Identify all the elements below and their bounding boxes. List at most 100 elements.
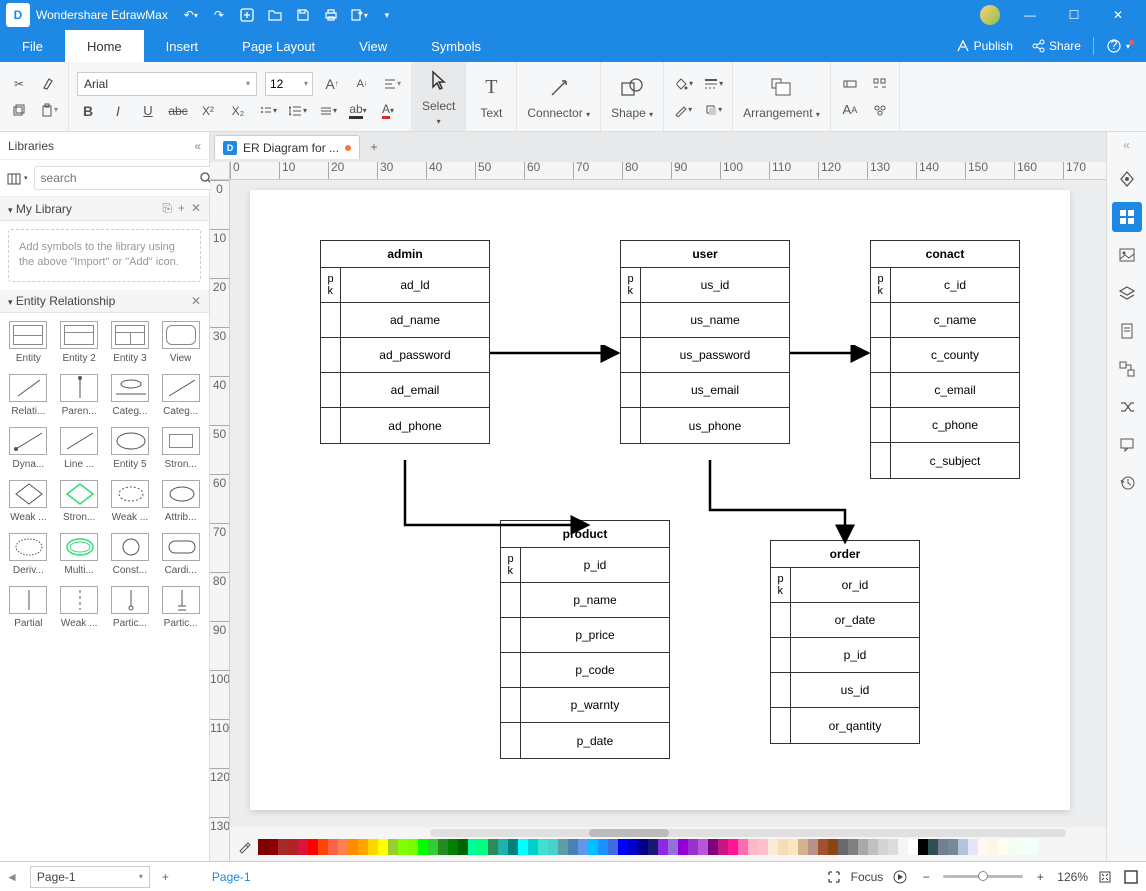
entity-order[interactable]: orderpkor_idor_datep_idus_idor_qantity (770, 540, 920, 744)
close-lib-icon[interactable]: ✕ (191, 201, 201, 216)
new-tab-button[interactable]: + (362, 135, 386, 159)
italic-icon[interactable]: I (107, 100, 129, 122)
drawing-page[interactable]: adminpkad_ldad_namead_passwordad_emailad… (250, 190, 1070, 810)
color-swatch[interactable] (838, 839, 848, 855)
tab-symbols[interactable]: Symbols (409, 30, 503, 62)
shape-partic-[interactable]: Partic... (156, 582, 205, 633)
color-swatch[interactable] (458, 839, 468, 855)
copy-icon[interactable] (8, 99, 30, 121)
color-swatch[interactable] (518, 839, 528, 855)
color-swatch[interactable] (988, 839, 998, 855)
font-style-icon[interactable]: AA (839, 99, 861, 121)
color-swatch[interactable] (568, 839, 578, 855)
shape-stron-[interactable]: Stron... (156, 423, 205, 474)
strikethrough-icon[interactable]: abc (167, 100, 189, 122)
color-swatch[interactable] (948, 839, 958, 855)
line-style-icon[interactable]: ▾ (702, 73, 724, 95)
prev-page-button[interactable]: ◄ (6, 870, 18, 884)
color-swatch[interactable] (868, 839, 878, 855)
entity-admin[interactable]: adminpkad_ldad_namead_passwordad_emailad… (320, 240, 490, 444)
color-swatch[interactable] (938, 839, 948, 855)
fullscreen-icon[interactable] (1122, 868, 1140, 886)
color-swatch[interactable] (328, 839, 338, 855)
color-swatch[interactable] (708, 839, 718, 855)
shape-entity-5[interactable]: Entity 5 (106, 423, 155, 474)
eyedropper-icon[interactable] (234, 837, 254, 857)
cut-icon[interactable]: ✂ (8, 73, 30, 95)
fit-page-icon[interactable] (1096, 868, 1114, 886)
color-swatch[interactable] (468, 839, 478, 855)
grow-font-icon[interactable]: A↑ (321, 73, 343, 95)
color-swatch[interactable] (768, 839, 778, 855)
color-swatch[interactable] (648, 839, 658, 855)
focus-icon[interactable] (825, 868, 843, 886)
color-swatch[interactable] (608, 839, 618, 855)
color-swatch[interactable] (268, 839, 278, 855)
new-button[interactable] (234, 4, 260, 26)
import-icon[interactable]: ⎘ (162, 201, 172, 216)
font-size-select[interactable]: 12▾ (265, 72, 313, 96)
undo-button[interactable]: ↶▾ (178, 4, 204, 26)
save-button[interactable] (290, 4, 316, 26)
color-swatch[interactable] (928, 839, 938, 855)
h-scrollbar[interactable] (430, 829, 1066, 837)
color-swatch[interactable] (738, 839, 748, 855)
shape-relati-[interactable]: Relati... (4, 370, 53, 421)
color-swatch[interactable] (448, 839, 458, 855)
color-swatch[interactable] (798, 839, 808, 855)
color-swatch[interactable] (588, 839, 598, 855)
grid-tool[interactable] (1112, 202, 1142, 232)
page-tool[interactable] (1112, 316, 1142, 346)
underline-icon[interactable]: U (137, 100, 159, 122)
font-select[interactable]: Arial▾ (77, 72, 257, 96)
color-swatch[interactable] (718, 839, 728, 855)
color-swatch[interactable] (888, 839, 898, 855)
minimize-button[interactable]: — (1008, 1, 1052, 29)
entity-contact[interactable]: conactpkc_idc_namec_countyc_emailc_phone… (870, 240, 1020, 479)
distribute-icon[interactable] (869, 73, 891, 95)
color-swatch[interactable] (508, 839, 518, 855)
close-er-icon[interactable]: ✕ (191, 294, 201, 308)
color-swatch[interactable] (308, 839, 318, 855)
shape-weak-[interactable]: Weak ... (4, 476, 53, 527)
shape-deriv-[interactable]: Deriv... (4, 529, 53, 580)
play-icon[interactable] (891, 868, 909, 886)
color-swatch[interactable] (498, 839, 508, 855)
zoom-slider[interactable] (943, 875, 1023, 878)
subscript-icon[interactable]: X₂ (227, 100, 249, 122)
bold-icon[interactable]: B (77, 100, 99, 122)
color-swatch[interactable] (1018, 839, 1028, 855)
color-swatch[interactable] (368, 839, 378, 855)
select-tool[interactable]: Select▾ (412, 62, 466, 131)
color-swatch[interactable] (1008, 839, 1018, 855)
color-swatch[interactable] (598, 839, 608, 855)
color-swatch[interactable] (388, 839, 398, 855)
share-button[interactable]: Share (1025, 39, 1087, 53)
color-swatch[interactable] (788, 839, 798, 855)
color-swatch[interactable] (428, 839, 438, 855)
color-swatch[interactable] (728, 839, 738, 855)
color-swatch[interactable] (288, 839, 298, 855)
shape-multi-[interactable]: Multi... (55, 529, 104, 580)
color-swatch[interactable] (528, 839, 538, 855)
shape-cardi-[interactable]: Cardi... (156, 529, 205, 580)
color-swatch[interactable] (1028, 839, 1038, 855)
color-swatch[interactable] (848, 839, 858, 855)
shape-entity-3[interactable]: Entity 3 (106, 317, 155, 368)
color-swatch[interactable] (678, 839, 688, 855)
add-page-button[interactable]: + (162, 870, 180, 884)
color-swatch[interactable] (548, 839, 558, 855)
shape-entity[interactable]: Entity (4, 317, 53, 368)
maximize-button[interactable]: ☐ (1052, 1, 1096, 29)
collapse-right-icon[interactable]: « (1123, 138, 1130, 152)
layers-tool[interactable] (1112, 278, 1142, 308)
zoom-in-button[interactable]: + (1031, 868, 1049, 886)
highlight-icon[interactable]: ab▾ (347, 100, 369, 122)
color-swatch[interactable] (638, 839, 648, 855)
shape-partic-[interactable]: Partic... (106, 582, 155, 633)
shape-line-[interactable]: Line ... (55, 423, 104, 474)
color-swatch[interactable] (628, 839, 638, 855)
entity-user[interactable]: userpkus_idus_nameus_passwordus_emailus_… (620, 240, 790, 444)
color-swatch[interactable] (538, 839, 548, 855)
color-swatch[interactable] (578, 839, 588, 855)
